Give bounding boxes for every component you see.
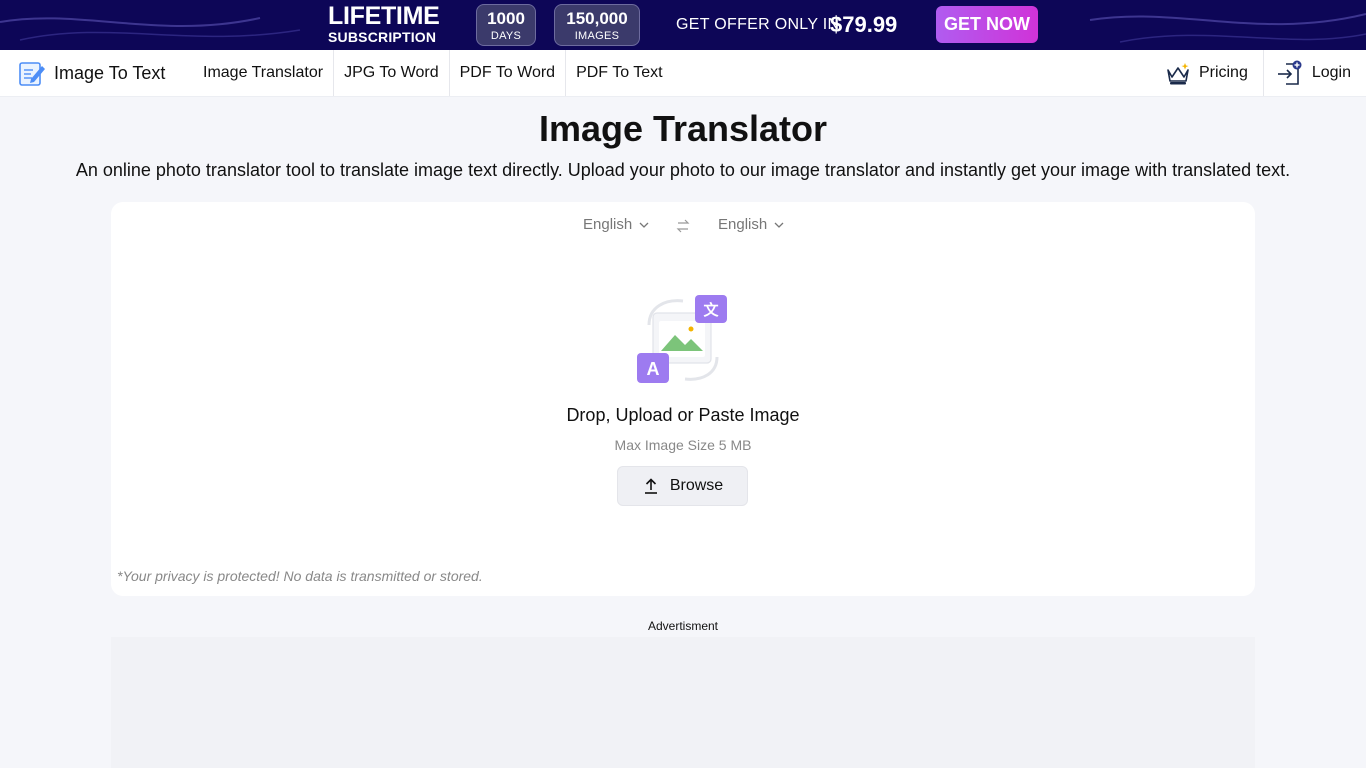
language-selector-row: English English <box>111 216 1255 236</box>
promo-days-unit: DAYS <box>490 30 522 42</box>
crown-icon <box>1167 63 1189 85</box>
nav-right: Pricing Login <box>1153 50 1366 96</box>
pricing-label: Pricing <box>1198 64 1248 81</box>
nav-link-pdf-to-text[interactable]: PDF To Text <box>566 50 673 96</box>
max-size-note: Max Image Size 5 MB <box>614 437 752 453</box>
promo-images-value: 150,000 <box>566 9 628 28</box>
nav-link-jpg-to-word[interactable]: JPG To Word <box>334 50 450 96</box>
nav-link-pdf-to-word[interactable]: PDF To Word <box>450 50 567 96</box>
upload-card: English English 文 A Drop, Upload or Past… <box>111 202 1255 596</box>
promo-images-unit: IMAGES <box>574 30 620 42</box>
get-now-button[interactable]: GET NOW <box>936 6 1038 43</box>
login-label: Login <box>1311 64 1351 81</box>
promo-lifetime-text: LIFETIME <box>328 2 440 30</box>
target-language-select[interactable]: English <box>718 216 784 233</box>
promo-days-badge: 1000 DAYS <box>476 4 536 46</box>
promo-days-value: 1000 <box>487 9 525 28</box>
target-language-value: English <box>718 216 768 233</box>
privacy-note: *Your privacy is protected! No data is t… <box>117 568 483 584</box>
source-language-value: English <box>583 216 633 233</box>
page-description: An online photo translator tool to trans… <box>75 160 1291 180</box>
promo-images-badge: 150,000 IMAGES <box>554 4 640 46</box>
nav-links: Image Translator JPG To Word PDF To Word… <box>193 50 673 96</box>
logo-text: Image To Text <box>54 62 166 83</box>
promo-banner: LIFETIME SUBSCRIPTION 1000 DAYS 150,000 … <box>0 0 1366 50</box>
chevron-down-icon <box>639 222 649 228</box>
promo-price: $79.99 <box>830 12 898 37</box>
svg-text:A: A <box>647 359 660 379</box>
login-icon <box>1277 60 1302 85</box>
browse-button[interactable]: Browse <box>617 466 748 506</box>
page-title: Image Translator <box>538 108 828 149</box>
image-translate-illustration: 文 A <box>637 295 727 383</box>
chevron-down-icon <box>774 222 784 228</box>
promo-subscription-text: SUBSCRIPTION <box>328 29 437 45</box>
drop-zone-title: Drop, Upload or Paste Image <box>566 405 800 425</box>
notepad-pencil-icon <box>19 62 45 86</box>
advertisement-label: Advertisment <box>647 619 719 633</box>
top-navigation: Image To Text Image Translator JPG To Wo… <box>0 50 1366 97</box>
svg-text:文: 文 <box>703 301 719 319</box>
promo-lifetime-label: LIFETIME SUBSCRIPTION <box>328 2 440 45</box>
upload-arrow-icon <box>644 478 657 494</box>
swap-arrows-icon[interactable] <box>675 218 691 234</box>
nav-link-image-translator[interactable]: Image Translator <box>193 50 335 96</box>
promo-offer-text: GET OFFER ONLY IN <box>676 16 840 33</box>
browse-label: Browse <box>669 477 724 494</box>
advertisement-slot <box>111 637 1255 768</box>
site-logo[interactable]: Image To Text <box>18 59 165 87</box>
source-language-select[interactable]: English <box>583 216 649 233</box>
login-link[interactable]: Login <box>1262 50 1366 96</box>
pricing-link[interactable]: Pricing <box>1153 50 1263 96</box>
